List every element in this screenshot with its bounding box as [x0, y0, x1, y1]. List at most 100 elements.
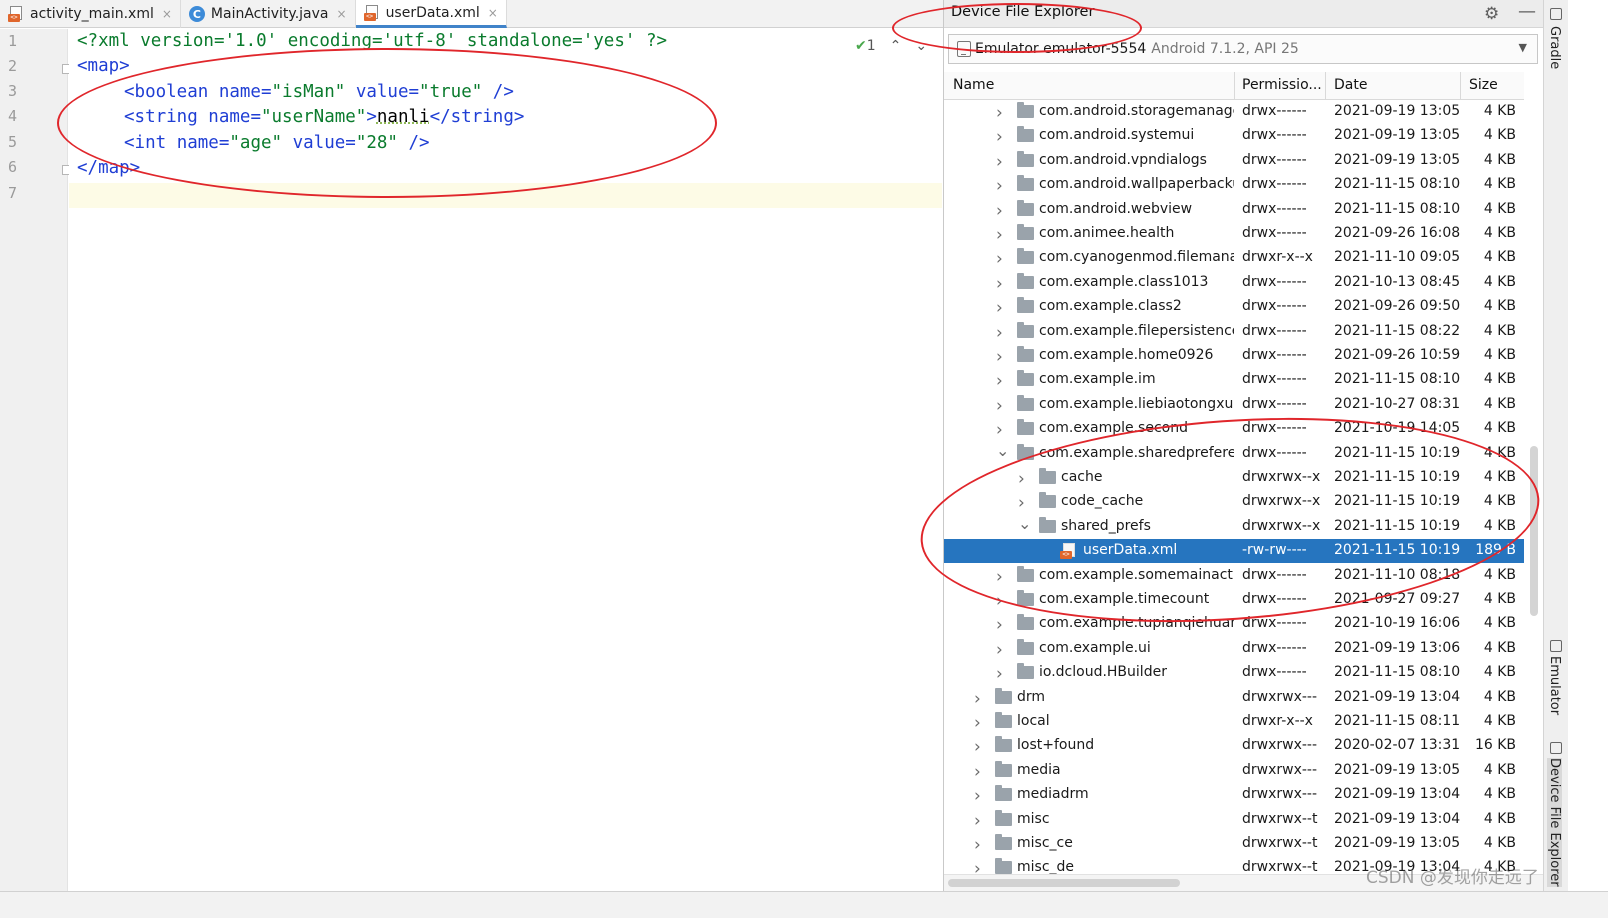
- chevron-right-icon[interactable]: ›: [974, 713, 986, 733]
- file-tree-table[interactable]: › com.android.storagemanager drwx------ 202…: [944, 100, 1524, 874]
- file-size: 4 KB: [1483, 103, 1516, 119]
- table-row[interactable]: › misc drwxrwx--t 2021-09-19 13:04 4 KB: [944, 808, 1524, 832]
- chevron-right-icon[interactable]: ›: [996, 664, 1008, 684]
- device-selector[interactable]: Emulator emulator-5554 Android 7.1.2, AP…: [948, 34, 1538, 64]
- file-size: 4 KB: [1483, 444, 1516, 461]
- chevron-right-icon[interactable]: ›: [996, 103, 1008, 123]
- file-size: 4 KB: [1483, 298, 1516, 315]
- chevron-right-icon[interactable]: ›: [996, 323, 1008, 343]
- table-row[interactable]: › com.example.home0926 drwx------ 2021-09-2…: [944, 344, 1524, 368]
- emulator-tool-button[interactable]: Emulator: [1547, 656, 1562, 715]
- horizontal-scrollbar[interactable]: [948, 879, 1180, 887]
- chevron-right-icon[interactable]: ›: [1018, 469, 1030, 489]
- file-name: com.example.ui: [1039, 639, 1151, 656]
- chevron-right-icon[interactable]: ›: [974, 835, 986, 855]
- table-row[interactable]: › io.dcloud.HBuilder drwx------ 2021-11-15 …: [944, 661, 1524, 685]
- chevron-right-icon[interactable]: ›: [974, 786, 986, 806]
- table-row[interactable]: › lost+found drwxrwx--- 2020-02-07 13:31 16 …: [944, 734, 1524, 758]
- chevron-up-icon[interactable]: ⌃: [890, 38, 902, 54]
- minimize-icon[interactable]: —: [1518, 1, 1536, 22]
- chevron-right-icon[interactable]: ›: [996, 567, 1008, 587]
- tab-user-data-xml[interactable]: <> userData.xml ×: [355, 0, 507, 28]
- table-row[interactable]: ⌄ com.example.sharedpreferences drwx------…: [944, 441, 1524, 466]
- chevron-right-icon[interactable]: ›: [974, 859, 986, 874]
- chevron-right-icon[interactable]: ›: [996, 396, 1008, 416]
- tab-main-activity-java[interactable]: C MainActivity.java ×: [181, 0, 356, 28]
- chevron-right-icon[interactable]: ›: [996, 298, 1008, 318]
- chevron-right-icon[interactable]: ›: [974, 689, 986, 709]
- vertical-scrollbar[interactable]: [1530, 446, 1538, 616]
- table-row[interactable]: › com.animee.health drwx------ 2021-09-26 1…: [944, 222, 1524, 246]
- column-date[interactable]: Date: [1334, 77, 1367, 95]
- column-resize-handle[interactable]: [1325, 72, 1326, 100]
- table-row[interactable]: › com.android.webview drwx------ 2021-11-15…: [944, 198, 1524, 222]
- phone-icon: [957, 41, 971, 57]
- chevron-right-icon[interactable]: ›: [974, 762, 986, 782]
- table-row[interactable]: › com.example.somemainactivity drwx------ 2…: [944, 564, 1524, 588]
- code-editor[interactable]: <?xml version='1.0' encoding='utf-8' sta…: [69, 29, 942, 891]
- close-icon[interactable]: ×: [337, 7, 347, 21]
- column-size[interactable]: Size: [1469, 77, 1498, 95]
- table-row[interactable]: › com.android.storagemanager drwx------ 202…: [944, 100, 1524, 124]
- table-row[interactable]: ⌄ shared_prefs drwxrwx--x 2021-11-15 10:19 4…: [944, 514, 1524, 539]
- tab-activity-main-xml[interactable]: <> activity_main.xml ×: [0, 0, 181, 28]
- table-row[interactable]: › com.example.liebiaotongxunlu drwx------ 2…: [944, 393, 1524, 417]
- file-date: 2021-11-15 10:19: [1334, 517, 1461, 534]
- table-row[interactable]: <> userData.xml -rw-rw---- 2021-11-15 10:19…: [944, 539, 1524, 564]
- column-permissions[interactable]: Permissio...: [1242, 77, 1322, 95]
- column-name[interactable]: Name: [953, 77, 994, 95]
- chevron-right-icon[interactable]: ›: [974, 737, 986, 757]
- chevron-right-icon[interactable]: ›: [996, 347, 1008, 367]
- chevron-right-icon[interactable]: ›: [996, 615, 1008, 635]
- chevron-right-icon[interactable]: ›: [996, 371, 1008, 391]
- chevron-down-icon[interactable]: ▼: [1519, 41, 1527, 54]
- column-resize-handle[interactable]: [1234, 72, 1235, 100]
- close-icon[interactable]: ×: [488, 6, 498, 20]
- table-row[interactable]: › com.cyanogenmod.filemanager drwxr-x--x 20…: [944, 246, 1524, 270]
- chevron-down-icon[interactable]: ⌄: [915, 38, 927, 54]
- table-row[interactable]: › com.android.vpndialogs drwx------ 2021-09…: [944, 149, 1524, 173]
- table-row[interactable]: › com.example.im drwx------ 2021-11-15 08:1…: [944, 368, 1524, 392]
- chevron-right-icon[interactable]: ›: [996, 225, 1008, 245]
- table-row[interactable]: › cache drwxrwx--x 2021-11-15 10:19 4 KB: [944, 466, 1524, 490]
- table-row[interactable]: › local drwxr-x--x 2021-11-15 08:11 4 KB: [944, 710, 1524, 734]
- inspection-widget[interactable]: ✔1 ⌃ ⌄: [855, 38, 927, 54]
- file-size: 4 KB: [1483, 639, 1516, 656]
- chevron-right-icon[interactable]: ›: [996, 176, 1008, 196]
- close-icon[interactable]: ×: [162, 7, 172, 21]
- file-permissions: drwx------: [1242, 615, 1307, 632]
- table-row[interactable]: › com.example.class2 drwx------ 2021-09-26 …: [944, 295, 1524, 319]
- gear-icon[interactable]: ⚙: [1484, 4, 1499, 24]
- chevron-right-icon[interactable]: ›: [996, 640, 1008, 660]
- chevron-right-icon[interactable]: ›: [996, 591, 1008, 611]
- chevron-right-icon[interactable]: ›: [996, 152, 1008, 172]
- table-row[interactable]: › com.example.filepersistencetest drwx----…: [944, 320, 1524, 344]
- table-row[interactable]: › com.example.class1013 drwx------ 2021-10-…: [944, 271, 1524, 295]
- chevron-down-icon[interactable]: ⌄: [996, 441, 1009, 460]
- table-row[interactable]: › com.example.ui drwx------ 2021-09-19 13:0…: [944, 637, 1524, 661]
- table-row[interactable]: › com.example.timecount drwx------ 2021-09-…: [944, 588, 1524, 612]
- table-row[interactable]: › drm drwxrwx--- 2021-09-19 13:04 4 KB: [944, 686, 1524, 710]
- table-row[interactable]: › misc_ce drwxrwx--t 2021-09-19 13:05 4 KB: [944, 832, 1524, 856]
- chevron-right-icon[interactable]: ›: [996, 127, 1008, 147]
- gradle-tool-button[interactable]: Gradle: [1547, 26, 1562, 69]
- chevron-right-icon[interactable]: ›: [996, 201, 1008, 221]
- table-row[interactable]: › com.android.wallpaperbackup drwx------ 20…: [944, 173, 1524, 197]
- chevron-right-icon[interactable]: ›: [974, 811, 986, 831]
- chevron-right-icon[interactable]: ›: [996, 420, 1008, 440]
- device-detail: Android 7.1.2, API 25: [1151, 41, 1299, 57]
- table-row[interactable]: › com.android.systemui drwx------ 2021-09-1…: [944, 124, 1524, 148]
- chevron-down-icon[interactable]: ⌄: [1018, 514, 1031, 533]
- table-row[interactable]: › code_cache drwxrwx--x 2021-11-15 10:19 4 K…: [944, 490, 1524, 514]
- chevron-right-icon[interactable]: ›: [996, 249, 1008, 269]
- device-file-explorer-tool-button[interactable]: Device File Explorer: [1547, 758, 1562, 887]
- inspection-ok[interactable]: ✔1: [855, 38, 876, 54]
- file-name: cache: [1061, 469, 1103, 485]
- table-row[interactable]: › mediadrm drwxrwx--- 2021-09-19 13:04 4 KB: [944, 783, 1524, 807]
- chevron-right-icon[interactable]: ›: [1018, 493, 1030, 513]
- table-row[interactable]: › media drwxrwx--- 2021-09-19 13:05 4 KB: [944, 759, 1524, 783]
- table-row[interactable]: › com.example.second drwx------ 2021-10-19 …: [944, 417, 1524, 441]
- chevron-right-icon[interactable]: ›: [996, 274, 1008, 294]
- column-resize-handle[interactable]: [1460, 72, 1461, 100]
- table-row[interactable]: › com.example.tupianqiehuan drwx------ 2021…: [944, 612, 1524, 636]
